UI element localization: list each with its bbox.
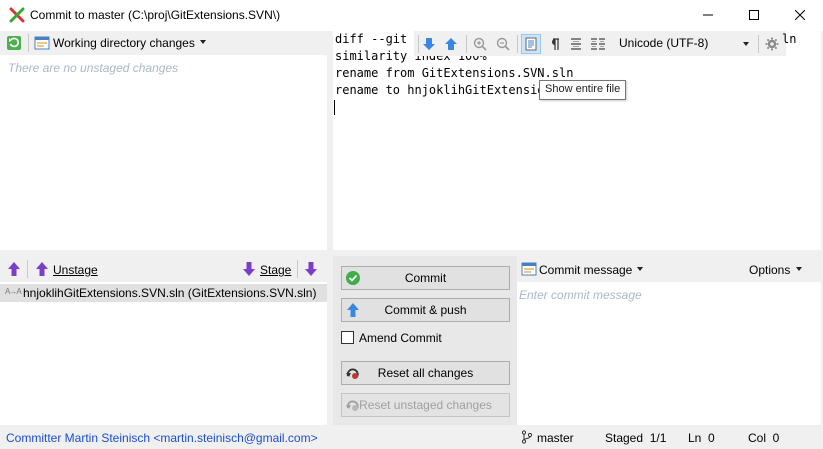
- zoom-in-icon: [473, 37, 487, 51]
- toolbar-separator: [297, 260, 298, 278]
- options-label: Options: [749, 263, 791, 277]
- branch-icon: [521, 430, 533, 444]
- previous-change-button[interactable]: [442, 35, 460, 53]
- show-entire-file-button[interactable]: [521, 34, 541, 54]
- side-by-side-button[interactable]: [589, 35, 607, 53]
- close-icon: [795, 10, 805, 20]
- minimize-button[interactable]: [685, 0, 731, 30]
- settings-button[interactable]: [763, 35, 781, 53]
- decrease-context-button[interactable]: [494, 35, 512, 53]
- maximize-button[interactable]: [731, 0, 777, 30]
- staged-count: Staged 1/1: [605, 431, 667, 445]
- toolbar-separator: [517, 35, 518, 53]
- zoom-out-icon: [496, 37, 510, 51]
- status-bar: Committer Martin Steinisch <martin.stein…: [0, 425, 823, 449]
- renamed-file-icon: A→A: [5, 287, 22, 296]
- amend-checkbox[interactable]: [341, 331, 354, 344]
- diff-line: diff --git: [335, 32, 408, 46]
- toolbar-separator: [758, 35, 759, 53]
- diff-line: rename from GitExtensions.SVN.sln: [335, 66, 574, 80]
- working-directory-label: Working directory changes: [53, 36, 195, 50]
- unstage-label-text: Unstage: [53, 263, 98, 277]
- staged-toolbar: Unstage Stage: [0, 256, 327, 282]
- list-icon: [571, 38, 581, 50]
- stage-label-text: Stage: [260, 263, 292, 277]
- reset-unstaged-button[interactable]: Reset unstaged changes: [341, 393, 510, 417]
- line-numbers-button[interactable]: [567, 35, 585, 53]
- arrow-up-icon: [445, 38, 457, 50]
- toolbar-separator: [28, 34, 29, 52]
- text-caret: [334, 100, 335, 115]
- maximize-icon: [749, 10, 759, 20]
- next-change-button[interactable]: [420, 35, 438, 53]
- reset-all-label: Reset all changes: [377, 366, 474, 380]
- commit-button[interactable]: Commit: [341, 266, 510, 290]
- close-button[interactable]: [777, 0, 823, 30]
- diff-line: rename to hnjoklihGitExtensio: [335, 83, 545, 97]
- column-number: Col 0: [748, 431, 780, 445]
- chevron-down-icon: [743, 42, 749, 46]
- unstaged-toolbar: Working directory changes: [0, 31, 327, 55]
- amend-label: Amend Commit: [359, 331, 442, 345]
- commit-message-toolbar: Commit message Options: [517, 256, 821, 282]
- commit-message-panel: Commit message Options Enter commit mess…: [517, 256, 821, 425]
- chevron-down-icon: [796, 267, 802, 271]
- reset-unstaged-label: Reset unstaged changes: [359, 398, 492, 412]
- unstage-all-icon[interactable]: [6, 261, 22, 277]
- tooltip: Show entire file: [539, 80, 627, 100]
- unstaged-panel: Working directory changes There are no u…: [0, 31, 327, 250]
- working-directory-icon: [34, 36, 50, 50]
- check-icon: [346, 271, 360, 285]
- minimize-icon: [703, 14, 713, 16]
- commit-message-label: Commit message: [539, 263, 633, 277]
- line-number: Ln 0: [688, 431, 715, 445]
- show-nonprinting-button[interactable]: [545, 35, 563, 53]
- arrow-down-icon: [423, 38, 435, 50]
- diff-line-overflow: ln: [782, 32, 797, 46]
- staged-panel: Unstage Stage A→A hnjoklihGitExtensions.…: [0, 256, 327, 425]
- commit-push-label: Commit & push: [384, 303, 467, 317]
- git-extensions-logo-icon: [9, 7, 25, 23]
- refresh-icon[interactable]: [6, 35, 22, 51]
- reset-all-button[interactable]: Reset all changes: [341, 361, 510, 385]
- chevron-down-icon: [637, 267, 643, 271]
- unstaged-empty-text: There are no unstaged changes: [8, 61, 179, 75]
- toolbar-separator: [466, 35, 467, 53]
- arrow-down-icon: [243, 262, 255, 276]
- staged-file-name: hnjoklihGitExtensions.SVN.sln (GitExtens…: [23, 286, 317, 300]
- staged-file-row[interactable]: A→A hnjoklihGitExtensions.SVN.sln (GitEx…: [0, 284, 327, 302]
- branch-name: master: [537, 431, 574, 445]
- stage-all-icon[interactable]: [303, 261, 319, 277]
- commit-message-placeholder: Enter commit message: [519, 288, 642, 302]
- arrow-up-icon: [36, 262, 48, 276]
- committer-link[interactable]: Committer Martin Steinisch <martin.stein…: [6, 431, 318, 445]
- title-bar: Commit to master (C:\proj\GitExtensions.…: [0, 0, 823, 31]
- toolbar-separator: [27, 260, 28, 278]
- toolbar-separator: [418, 35, 419, 53]
- main-area: Working directory changes There are no u…: [0, 31, 823, 425]
- diff-viewer[interactable]: diff --git similarity index 100% rename …: [333, 31, 821, 250]
- columns-icon: [591, 38, 605, 50]
- reset-icon: [346, 400, 359, 411]
- encoding-value: Unicode (UTF-8): [619, 36, 709, 50]
- stage-label: Stage: [260, 263, 291, 277]
- diff-toolbar: Unicode (UTF-8): [414, 31, 786, 56]
- commit-push-button[interactable]: Commit & push: [341, 298, 510, 322]
- commit-message-input[interactable]: Enter commit message: [517, 282, 821, 425]
- arrow-up-icon: [347, 303, 359, 317]
- document-icon: [525, 37, 537, 51]
- commit-label: Commit: [404, 271, 447, 285]
- pilcrow-icon: [552, 38, 559, 50]
- chevron-down-icon: [200, 40, 206, 44]
- encoding-select[interactable]: Unicode (UTF-8): [615, 34, 753, 53]
- message-icon: [521, 262, 537, 276]
- reset-icon: [346, 368, 359, 379]
- increase-context-button[interactable]: [471, 35, 489, 53]
- commit-actions-panel: Commit Commit & push Amend Commit Reset …: [333, 256, 517, 425]
- gear-icon: [765, 37, 779, 51]
- unstage-label: Unstage: [53, 263, 98, 277]
- window-title: Commit to master (C:\proj\GitExtensions.…: [30, 8, 281, 22]
